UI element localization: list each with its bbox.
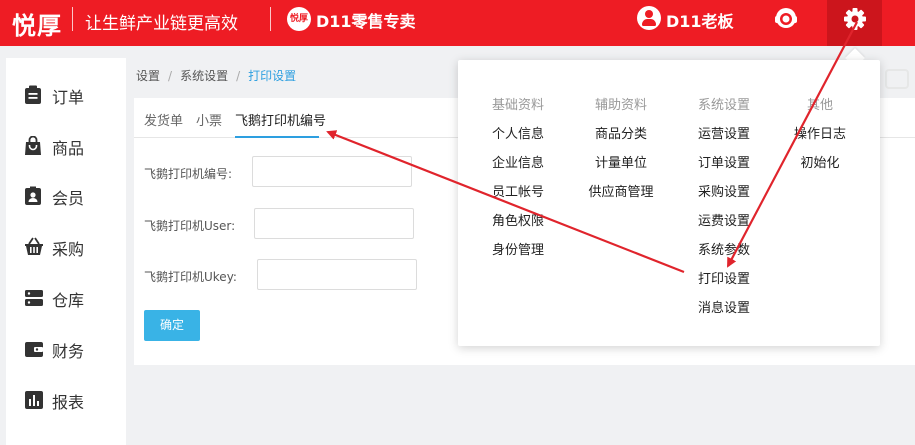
menu-column-auxiliary: 辅助资料 商品分类 计量单位 供应商管理 [571,94,671,210]
partial-icon [885,69,909,89]
menu-heading: 基础资料 [491,98,544,113]
store-name[interactable]: D11零售专卖 [316,8,416,32]
sidebar: 订单 商品 会员 采购 仓库 财务 报表 [6,58,126,445]
header-divider [72,7,73,31]
menu-item-order-settings[interactable]: 订单设置 [674,152,774,181]
breadcrumb: 设置 / 系统设置 / 打印设置 [136,67,296,84]
menu-item-product-categories[interactable]: 商品分类 [571,123,671,152]
sidebar-item-reports[interactable]: 报表 [6,382,126,418]
breadcrumb-separator: / [236,69,241,83]
menu-item-units[interactable]: 计量单位 [571,152,671,181]
user-avatar-icon[interactable] [637,6,661,30]
settings-dropdown-menu: 基础资料 个人信息 企业信息 员工帐号 角色权限 身份管理 辅助资料 商品分类 … [458,60,880,346]
printer-ukey-input[interactable] [257,259,417,290]
menu-item-message-settings[interactable]: 消息设置 [674,297,774,326]
active-tab-indicator [235,136,319,138]
gear-icon [844,8,866,30]
printer-number-input[interactable] [252,156,412,187]
confirm-button[interactable]: 确定 [144,310,200,341]
sidebar-item-label: 采购 [52,240,85,259]
menu-item-operation-settings[interactable]: 运营设置 [674,123,774,152]
breadcrumb-item[interactable]: 系统设置 [180,69,228,83]
menu-item-operation-log[interactable]: 操作日志 [770,123,870,152]
printer-ukey-label: 飞鹅打印机Ukey: [144,270,237,284]
sidebar-item-products[interactable]: 商品 [6,128,126,164]
menu-heading: 辅助资料 [594,98,647,113]
tab-receipt[interactable]: 小票 [196,110,222,129]
basket-icon [25,237,43,255]
sidebar-item-members[interactable]: 会员 [6,178,126,214]
sidebar-item-label: 订单 [52,88,85,107]
sidebar-item-orders[interactable]: 订单 [6,77,126,113]
menu-item-system-params[interactable]: 系统参数 [674,239,774,268]
menu-item-purchase-settings[interactable]: 采购设置 [674,181,774,210]
menu-item-staff-accounts[interactable]: 员工帐号 [468,181,568,210]
breadcrumb-item[interactable]: 设置 [136,69,160,83]
printer-number-label: 飞鹅打印机编号: [144,167,233,181]
logo: 悦厚 [12,12,62,40]
menu-item-supplier-management[interactable]: 供应商管理 [571,181,671,210]
slogan: 让生鲜产业链更高效 [85,14,238,34]
menu-item-shipping-settings[interactable]: 运费设置 [674,210,774,239]
user-name[interactable]: D11老板 [666,8,734,32]
menu-column-other: 其他 操作日志 初始化 [770,94,870,181]
menu-column-system: 系统设置 运营设置 订单设置 采购设置 运费设置 系统参数 打印设置 消息设置 [674,94,774,326]
sidebar-item-label: 仓库 [52,291,85,310]
bar-chart-icon [25,391,43,409]
breadcrumb-current: 打印设置 [248,69,297,83]
sidebar-item-finance[interactable]: 财务 [6,331,126,367]
shopping-bag-icon [25,136,41,155]
sidebar-item-label: 商品 [52,139,85,158]
menu-item-identity-management[interactable]: 身份管理 [468,239,568,268]
tab-feie-printer[interactable]: 飞鹅打印机编号 [235,110,326,129]
sidebar-item-label: 报表 [52,393,85,412]
tab-delivery-note[interactable]: 发货单 [144,110,183,129]
header-divider [270,7,271,31]
wallet-icon [25,342,43,357]
printer-user-input[interactable] [254,208,414,239]
printer-user-label: 飞鹅打印机User: [144,219,236,233]
clipboard-icon [25,85,41,104]
server-icon [25,290,43,306]
menu-item-print-settings[interactable]: 打印设置 [674,268,774,297]
top-header: 悦厚 让生鲜产业链更高效 悦厚 D11零售专卖 D11老板 [0,0,915,46]
menu-item-role-permissions[interactable]: 角色权限 [468,210,568,239]
sidebar-item-warehouse[interactable]: 仓库 [6,280,126,316]
sidebar-item-label: 会员 [52,189,85,208]
menu-column-basic: 基础资料 个人信息 企业信息 员工帐号 角色权限 身份管理 [468,94,568,268]
menu-heading: 其他 [806,98,833,113]
customer-service-icon[interactable] [773,5,799,31]
sidebar-item-label: 财务 [52,342,85,361]
member-badge-icon [25,186,41,205]
settings-button[interactable] [827,0,882,46]
menu-item-company-info[interactable]: 企业信息 [468,152,568,181]
store-logo-icon: 悦厚 [287,7,311,31]
breadcrumb-separator: / [168,69,173,83]
menu-item-personal-info[interactable]: 个人信息 [468,123,568,152]
menu-heading: 系统设置 [697,98,750,113]
menu-item-initialize[interactable]: 初始化 [770,152,870,181]
sidebar-item-purchase[interactable]: 采购 [6,229,126,265]
